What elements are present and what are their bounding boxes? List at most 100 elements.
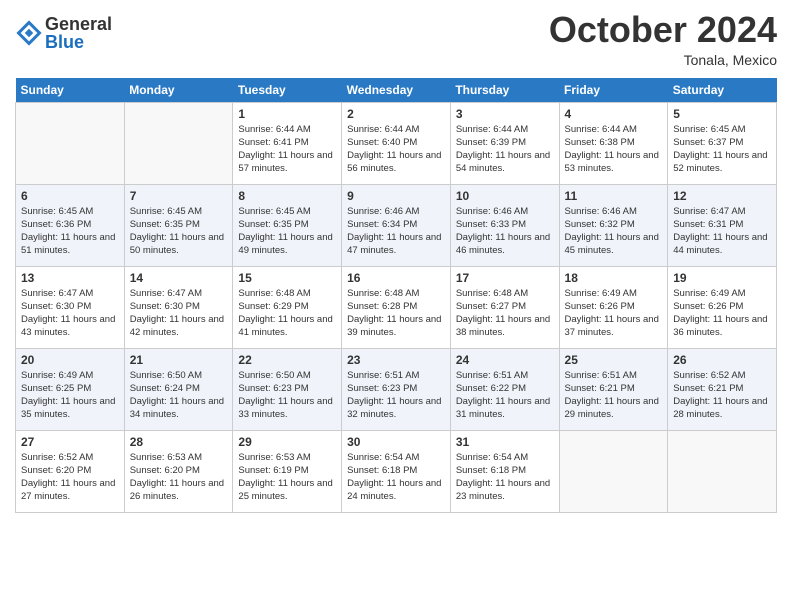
day-info: Sunrise: 6:52 AMSunset: 6:20 PMDaylight:… xyxy=(21,451,119,504)
day-number: 25 xyxy=(565,353,663,367)
day-number: 20 xyxy=(21,353,119,367)
calendar-cell: 14 Sunrise: 6:47 AMSunset: 6:30 PMDayligh… xyxy=(124,266,233,348)
calendar-cell: 7Sunrise: 6:45 AMSunset: 6:35 PMDaylight… xyxy=(124,184,233,266)
calendar-cell: 13 Sunrise: 6:47 AMSunset: 6:30 PMDayligh… xyxy=(16,266,125,348)
day-number: 30 xyxy=(347,435,445,449)
day-info: Sunrise: 6:49 AMSunset: 6:25 PMDaylight:… xyxy=(21,369,119,422)
day-info: Sunrise: 6:52 AMSunset: 6:21 PMDaylight:… xyxy=(673,369,771,422)
day-info: Sunrise: 6:48 AMSunset: 6:29 PMDaylight:… xyxy=(238,287,336,340)
col-header-tuesday: Tuesday xyxy=(233,78,342,103)
calendar-cell: 17Sunrise: 6:48 AMSunset: 6:27 PMDayligh… xyxy=(450,266,559,348)
generalblue-icon xyxy=(15,19,43,47)
calendar-cell: 18Sunrise: 6:49 AMSunset: 6:26 PMDayligh… xyxy=(559,266,668,348)
day-number: 5 xyxy=(673,107,771,121)
day-number: 23 xyxy=(347,353,445,367)
day-info: Sunrise: 6:54 AMSunset: 6:18 PMDaylight:… xyxy=(347,451,445,504)
day-number: 29 xyxy=(238,435,336,449)
day-info: Sunrise: 6:45 AMSunset: 6:35 PMDaylight:… xyxy=(238,205,336,258)
calendar-cell xyxy=(668,430,777,512)
day-number: 1 xyxy=(238,107,336,121)
day-info: Sunrise: 6:45 AMSunset: 6:37 PMDaylight:… xyxy=(673,123,771,176)
calendar-cell xyxy=(16,102,125,184)
calendar-week-row: 13 Sunrise: 6:47 AMSunset: 6:30 PMDayligh… xyxy=(16,266,777,348)
day-number: 8 xyxy=(238,189,336,203)
day-number: 4 xyxy=(565,107,663,121)
calendar-cell: 16 Sunrise: 6:48 AMSunset: 6:28 PMDayligh… xyxy=(342,266,451,348)
day-number: 14 xyxy=(130,271,228,285)
calendar-cell: 12 Sunrise: 6:47 AMSunset: 6:31 PMDayligh… xyxy=(668,184,777,266)
calendar-cell: 27 Sunrise: 6:52 AMSunset: 6:20 PMDayligh… xyxy=(16,430,125,512)
col-header-wednesday: Wednesday xyxy=(342,78,451,103)
header-row: SundayMondayTuesdayWednesdayThursdayFrid… xyxy=(16,78,777,103)
calendar-cell: 22 Sunrise: 6:50 AMSunset: 6:23 PMDayligh… xyxy=(233,348,342,430)
col-header-sunday: Sunday xyxy=(16,78,125,103)
day-number: 10 xyxy=(456,189,554,203)
day-number: 28 xyxy=(130,435,228,449)
day-info: Sunrise: 6:47 AMSunset: 6:30 PMDaylight:… xyxy=(21,287,119,340)
calendar-cell: 24 Sunrise: 6:51 AMSunset: 6:22 PMDayligh… xyxy=(450,348,559,430)
calendar-week-row: 27 Sunrise: 6:52 AMSunset: 6:20 PMDayligh… xyxy=(16,430,777,512)
calendar-cell: 11Sunrise: 6:46 AMSunset: 6:32 PMDayligh… xyxy=(559,184,668,266)
calendar-cell: 10Sunrise: 6:46 AMSunset: 6:33 PMDayligh… xyxy=(450,184,559,266)
day-info: Sunrise: 6:53 AMSunset: 6:20 PMDaylight:… xyxy=(130,451,228,504)
day-number: 16 xyxy=(347,271,445,285)
calendar-cell: 25 Sunrise: 6:51 AMSunset: 6:21 PMDayligh… xyxy=(559,348,668,430)
calendar-cell xyxy=(559,430,668,512)
calendar-table: SundayMondayTuesdayWednesdayThursdayFrid… xyxy=(15,78,777,513)
calendar-cell: 26Sunrise: 6:52 AMSunset: 6:21 PMDayligh… xyxy=(668,348,777,430)
day-number: 13 xyxy=(21,271,119,285)
page-header: General Blue October 2024 Tonala, Mexico xyxy=(15,10,777,68)
calendar-cell: 20 Sunrise: 6:49 AMSunset: 6:25 PMDayligh… xyxy=(16,348,125,430)
calendar-week-row: 20 Sunrise: 6:49 AMSunset: 6:25 PMDayligh… xyxy=(16,348,777,430)
day-info: Sunrise: 6:45 AMSunset: 6:35 PMDaylight:… xyxy=(130,205,228,258)
day-info: Sunrise: 6:46 AMSunset: 6:34 PMDaylight:… xyxy=(347,205,445,258)
calendar-cell: 19Sunrise: 6:49 AMSunset: 6:26 PMDayligh… xyxy=(668,266,777,348)
calendar-week-row: 6Sunrise: 6:45 AMSunset: 6:36 PMDaylight… xyxy=(16,184,777,266)
calendar-cell: 30 Sunrise: 6:54 AMSunset: 6:18 PMDayligh… xyxy=(342,430,451,512)
calendar-cell: 28 Sunrise: 6:53 AMSunset: 6:20 PMDayligh… xyxy=(124,430,233,512)
day-info: Sunrise: 6:51 AMSunset: 6:22 PMDaylight:… xyxy=(456,369,554,422)
day-number: 31 xyxy=(456,435,554,449)
calendar-cell xyxy=(124,102,233,184)
calendar-cell: 8 Sunrise: 6:45 AMSunset: 6:35 PMDaylight… xyxy=(233,184,342,266)
day-number: 27 xyxy=(21,435,119,449)
day-info: Sunrise: 6:44 AMSunset: 6:41 PMDaylight:… xyxy=(238,123,336,176)
calendar-cell: 21Sunrise: 6:50 AMSunset: 6:24 PMDayligh… xyxy=(124,348,233,430)
day-number: 24 xyxy=(456,353,554,367)
day-info: Sunrise: 6:50 AMSunset: 6:23 PMDaylight:… xyxy=(238,369,336,422)
day-number: 19 xyxy=(673,271,771,285)
day-info: Sunrise: 6:53 AMSunset: 6:19 PMDaylight:… xyxy=(238,451,336,504)
title-block: October 2024 Tonala, Mexico xyxy=(549,10,777,68)
page-container: General Blue October 2024 Tonala, Mexico… xyxy=(0,0,792,528)
day-info: Sunrise: 6:48 AMSunset: 6:27 PMDaylight:… xyxy=(456,287,554,340)
calendar-cell: 15 Sunrise: 6:48 AMSunset: 6:29 PMDayligh… xyxy=(233,266,342,348)
day-info: Sunrise: 6:45 AMSunset: 6:36 PMDaylight:… xyxy=(21,205,119,258)
calendar-cell: 1 Sunrise: 6:44 AMSunset: 6:41 PMDaylight… xyxy=(233,102,342,184)
day-number: 22 xyxy=(238,353,336,367)
day-number: 21 xyxy=(130,353,228,367)
calendar-cell: 23Sunrise: 6:51 AMSunset: 6:23 PMDayligh… xyxy=(342,348,451,430)
day-info: Sunrise: 6:44 AMSunset: 6:38 PMDaylight:… xyxy=(565,123,663,176)
calendar-cell: 5 Sunrise: 6:45 AMSunset: 6:37 PMDaylight… xyxy=(668,102,777,184)
col-header-friday: Friday xyxy=(559,78,668,103)
logo: General Blue xyxy=(15,15,112,51)
day-info: Sunrise: 6:54 AMSunset: 6:18 PMDaylight:… xyxy=(456,451,554,504)
calendar-cell: 3 Sunrise: 6:44 AMSunset: 6:39 PMDaylight… xyxy=(450,102,559,184)
day-number: 15 xyxy=(238,271,336,285)
day-info: Sunrise: 6:48 AMSunset: 6:28 PMDaylight:… xyxy=(347,287,445,340)
day-info: Sunrise: 6:49 AMSunset: 6:26 PMDaylight:… xyxy=(565,287,663,340)
day-number: 12 xyxy=(673,189,771,203)
calendar-cell: 29 Sunrise: 6:53 AMSunset: 6:19 PMDayligh… xyxy=(233,430,342,512)
col-header-saturday: Saturday xyxy=(668,78,777,103)
calendar-cell: 4 Sunrise: 6:44 AMSunset: 6:38 PMDaylight… xyxy=(559,102,668,184)
col-header-thursday: Thursday xyxy=(450,78,559,103)
day-info: Sunrise: 6:47 AMSunset: 6:30 PMDaylight:… xyxy=(130,287,228,340)
day-number: 3 xyxy=(456,107,554,121)
day-info: Sunrise: 6:47 AMSunset: 6:31 PMDaylight:… xyxy=(673,205,771,258)
day-number: 11 xyxy=(565,189,663,203)
day-info: Sunrise: 6:44 AMSunset: 6:39 PMDaylight:… xyxy=(456,123,554,176)
day-info: Sunrise: 6:51 AMSunset: 6:21 PMDaylight:… xyxy=(565,369,663,422)
logo-blue-text: Blue xyxy=(45,33,112,51)
col-header-monday: Monday xyxy=(124,78,233,103)
calendar-week-row: 1 Sunrise: 6:44 AMSunset: 6:41 PMDaylight… xyxy=(16,102,777,184)
